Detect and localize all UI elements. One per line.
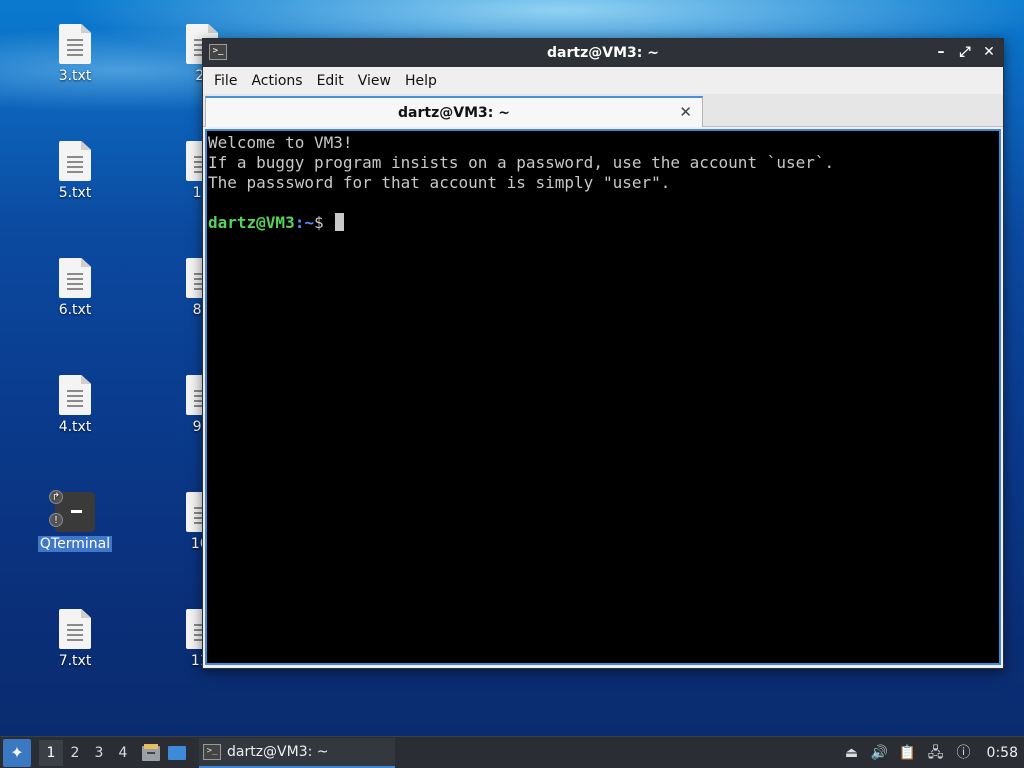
terminal-prompt-line: dartz@VM3:~$ (208, 213, 998, 233)
menu-edit[interactable]: Edit (310, 69, 351, 93)
window-titlebar[interactable]: >_ dartz@VM3: ~ – ⤢ ✕ (203, 39, 1003, 67)
window-title: dartz@VM3: ~ (547, 45, 659, 61)
menu-view[interactable]: View (351, 69, 398, 93)
terminal-line: If a buggy program insists on a password… (208, 153, 835, 172)
text-file-icon (59, 141, 91, 181)
desktop-icon-label: QTerminal (37, 536, 113, 552)
task-label: dartz@VM3: ~ (227, 743, 329, 760)
minimize-icon[interactable]: – (933, 43, 949, 61)
qterminal-window[interactable]: >_ dartz@VM3: ~ – ⤢ ✕ File Actions Edit … (202, 38, 1004, 669)
notification-icon[interactable]: ⓘ (955, 744, 973, 762)
desktop-icon-label: 4.txt (58, 419, 92, 435)
symlink-arrow-icon: ↱ (49, 490, 63, 504)
clipboard-icon[interactable]: 📋 (899, 744, 917, 762)
menu-actions[interactable]: Actions (244, 69, 309, 93)
tab-label: dartz@VM3: ~ (398, 104, 510, 121)
close-icon[interactable]: ✕ (981, 43, 997, 61)
text-file-icon (59, 24, 91, 64)
terminal-line: The passsword for that account is simply… (208, 173, 671, 192)
prompt-separator: : (294, 213, 305, 232)
system-tray: ⏏ 🔊 📋 🖧 ⓘ 0:58 (843, 744, 1024, 762)
maximize-icon[interactable]: ⤢ (957, 43, 973, 61)
eject-icon[interactable]: ⏏ (843, 744, 861, 762)
desktop-file-7[interactable]: 7.txt (37, 609, 113, 669)
desktop-file-6[interactable]: 6.txt (37, 258, 113, 318)
desktop-file-3[interactable]: 3.txt (37, 24, 113, 84)
start-menu-button[interactable]: ✦ (3, 738, 31, 767)
tab-terminal[interactable]: dartz@VM3: ~ ✕ (205, 96, 703, 127)
workspace-1[interactable]: 1 (39, 739, 63, 766)
file-manager-icon[interactable] (141, 743, 161, 763)
desktop-icon-label: 6.txt (58, 302, 92, 318)
terminal-output[interactable]: Welcome to VM3! If a buggy program insist… (205, 129, 1001, 665)
tab-bar: dartz@VM3: ~ ✕ (203, 94, 1003, 127)
terminal-icon: >_ (209, 44, 227, 60)
menu-help[interactable]: Help (398, 69, 444, 93)
network-icon[interactable]: 🖧 (927, 744, 945, 762)
volume-icon[interactable]: 🔊 (871, 744, 889, 762)
desktop-icon-label: 7.txt (58, 653, 92, 669)
workspace-4[interactable]: 4 (111, 740, 135, 766)
taskbar: ✦ 1 2 3 4 >_ dartz@VM3: ~ ⏏ 🔊 📋 🖧 ⓘ 0:58 (0, 736, 1024, 768)
prompt-user: dartz@VM3 (208, 213, 295, 232)
workspace-3[interactable]: 3 (87, 740, 111, 766)
show-desktop-icon[interactable] (167, 743, 187, 763)
taskbar-task-terminal[interactable]: >_ dartz@VM3: ~ (199, 737, 395, 768)
warning-exclamation-icon: ! (49, 513, 63, 527)
terminal-icon: >_ (203, 743, 221, 760)
text-file-icon (59, 609, 91, 649)
tab-close-icon[interactable]: ✕ (679, 103, 692, 121)
desktop-icon-label: 3.txt (58, 68, 92, 84)
text-file-icon (59, 375, 91, 415)
terminal-app-icon: ↱ ! (49, 490, 95, 532)
prompt-path: ~ (304, 213, 314, 232)
workspace-switcher: 1 2 3 4 (39, 739, 135, 766)
text-cursor (335, 213, 345, 231)
clock[interactable]: 0:58 (987, 745, 1018, 761)
lxqt-logo-icon: ✦ (10, 743, 24, 762)
desktop-file-4[interactable]: 4.txt (37, 375, 113, 435)
desktop-file-5[interactable]: 5.txt (37, 141, 113, 201)
text-file-icon (59, 258, 91, 298)
terminal-line: Welcome to VM3! (208, 133, 353, 152)
desktop-icon-label: 5.txt (58, 185, 92, 201)
prompt-symbol: $ (313, 213, 324, 232)
menu-file[interactable]: File (207, 69, 244, 93)
menu-bar: File Actions Edit View Help (203, 67, 1003, 94)
desktop-qterminal[interactable]: ↱ ! QTerminal (37, 490, 113, 552)
workspace-2[interactable]: 2 (63, 740, 87, 766)
window-controls: – ⤢ ✕ (933, 43, 997, 61)
